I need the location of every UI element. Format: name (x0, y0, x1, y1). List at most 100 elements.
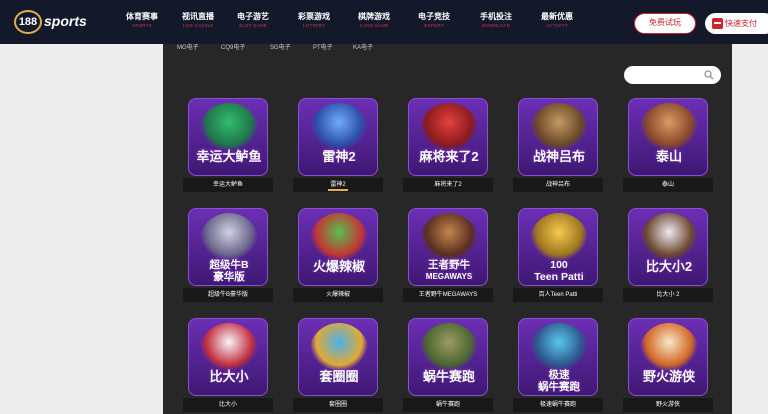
game-title: 极速 (548, 369, 570, 381)
quick-pay-label: 快速支付 (725, 19, 757, 28)
thunder-god-art (309, 103, 369, 151)
mahjong-tile-art (419, 103, 479, 151)
snail-race-art (419, 323, 479, 371)
game-caption: 战神吕布 (513, 178, 603, 192)
game-thumbnail[interactable]: 泰山 (628, 98, 708, 176)
nav-label: 手机投注 (480, 12, 512, 21)
nav-sublabel: LIVE CASINO (182, 23, 214, 28)
game-card[interactable]: 雷神2 雷神2 (293, 98, 403, 194)
nav-item-slot-game[interactable]: 电子游艺 SLOT GAME (223, 12, 283, 30)
nav-sublabel: ESPORT (424, 23, 444, 28)
dice-art (199, 323, 259, 371)
game-title: 蜗牛赛跑 (422, 369, 475, 384)
wallet-icon (712, 18, 723, 29)
game-card[interactable]: 极速 蜗牛赛跑 极速蜗牛赛跑 (513, 318, 623, 414)
nav-item-esport[interactable]: 电子竞技 ESPORT (404, 12, 464, 30)
nav-item-lottery[interactable]: 彩票游戏 LOTTERY (284, 12, 344, 30)
ring-toss-art (309, 323, 369, 371)
game-caption: 野火游侠 (623, 398, 713, 412)
brand-logo[interactable]: 188 sports (14, 8, 88, 36)
nav-label: 视讯直播 (182, 12, 214, 21)
nav-item-live-casino[interactable]: 视讯直播 LIVE CASINO (168, 12, 228, 30)
chili-peppers-art (309, 213, 369, 261)
game-title: 套圈圈 (319, 369, 359, 384)
tab-pt[interactable]: PT电子 (313, 44, 333, 52)
game-title: 野火游侠 (642, 369, 695, 384)
game-card[interactable]: 麻将来了2 麻将来了2 (403, 98, 513, 194)
nav-label: 体育赛事 (126, 12, 158, 21)
game-thumbnail[interactable]: 蜗牛赛跑 (408, 318, 488, 396)
tab-mg[interactable]: MG电子 (177, 44, 199, 52)
game-thumbnail[interactable]: 麻将来了2 (408, 98, 488, 176)
game-subtitle: 豪华版 (213, 271, 245, 283)
nav-item-activity[interactable]: 最新优惠 ACTIVITY (527, 12, 587, 30)
search-icon[interactable] (704, 70, 714, 80)
fast-snail-art (529, 323, 589, 371)
nav-sublabel: SLOT GAME (239, 23, 267, 28)
game-caption: 比大小 2 (623, 288, 713, 302)
game-thumbnail[interactable]: 战神吕布 (518, 98, 598, 176)
free-trial-button[interactable]: 免费试玩 (634, 13, 696, 34)
game-card[interactable]: 蜗牛赛跑 蜗牛赛跑 (403, 318, 513, 414)
game-caption: 套圈圈 (293, 398, 383, 412)
game-thumbnail[interactable]: 套圈圈 (298, 318, 378, 396)
game-title: 比大小2 (645, 259, 693, 274)
game-title: 雷神2 (322, 149, 356, 164)
game-caption: 火爆辣椒 (293, 288, 383, 302)
game-thumbnail[interactable]: 火爆辣椒 (298, 208, 378, 286)
game-card[interactable]: 套圈圈 套圈圈 (293, 318, 403, 414)
game-subtitle: MEGAWAYS (425, 272, 473, 281)
game-title: 泰山 (655, 149, 682, 164)
game-card[interactable]: 火爆辣椒 火爆辣椒 (293, 208, 403, 304)
nav-sublabel: ACTIVITY (546, 23, 568, 28)
nav-label: 电子竞技 (418, 12, 450, 21)
game-card[interactable]: 王者野牛 MEGAWAYS 王者野牛MEGAWAYS (403, 208, 513, 304)
game-card[interactable]: 泰山 泰山 (623, 98, 733, 194)
nav-item-card-game[interactable]: 棋牌游戏 CARD GAME (344, 12, 404, 30)
game-panel: MG电子 CQ9电子 SG电子 PT电子 KA电子 幸运大鲈鱼 幸运大鲈鱼 雷神… (163, 44, 732, 414)
nav-label: 棋牌游戏 (358, 12, 390, 21)
nav-sublabel: SPORTS (132, 23, 152, 28)
search-input[interactable] (632, 69, 702, 81)
nav-item-sports[interactable]: 体育赛事 SPORTS (112, 12, 172, 30)
logo-word: sports (44, 13, 87, 29)
nav-sublabel: CARD GAME (359, 23, 389, 28)
game-card[interactable]: 100 Teen Patti 百人Teen Patti (513, 208, 623, 304)
playing-cards-art (529, 213, 589, 261)
game-title: 超级牛B (209, 259, 249, 271)
game-title: 火爆辣椒 (312, 259, 365, 274)
tab-sg[interactable]: SG电子 (270, 44, 291, 52)
game-thumbnail[interactable]: 幸运大鲈鱼 (188, 98, 268, 176)
game-thumbnail[interactable]: 野火游侠 (628, 318, 708, 396)
nav-item-download[interactable]: 手机投注 DOWNLOAD (466, 12, 526, 30)
game-card[interactable]: 战神吕布 战神吕布 (513, 98, 623, 194)
game-caption: 麻将来了2 (403, 178, 493, 192)
dice-cup-art (639, 213, 699, 261)
game-thumbnail[interactable]: 雷神2 (298, 98, 378, 176)
game-thumbnail[interactable]: 比大小 (188, 318, 268, 396)
game-thumbnail[interactable]: 100 Teen Patti (518, 208, 598, 286)
flaming-skull-art (639, 323, 699, 371)
game-caption: 蜗牛赛跑 (403, 398, 493, 412)
game-thumbnail[interactable]: 比大小2 (628, 208, 708, 286)
tab-ka[interactable]: KA电子 (353, 44, 373, 52)
game-title: 比大小 (209, 369, 249, 384)
tarzan-art (639, 103, 699, 151)
game-card[interactable]: 幸运大鲈鱼 幸运大鲈鱼 (183, 98, 293, 194)
game-subtitle: 蜗牛赛跑 (538, 381, 580, 393)
game-caption: 百人Teen Patti (513, 288, 603, 302)
game-thumbnail[interactable]: 超级牛B 豪华版 (188, 208, 268, 286)
game-card[interactable]: 超级牛B 豪华版 超级牛B豪华版 (183, 208, 293, 304)
search-box (624, 66, 721, 84)
game-title: 幸运大鲈鱼 (196, 149, 262, 164)
game-caption: 泰山 (623, 178, 713, 192)
tab-cq9[interactable]: CQ9电子 (221, 44, 245, 52)
game-thumbnail[interactable]: 王者野牛 MEGAWAYS (408, 208, 488, 286)
game-thumbnail[interactable]: 极速 蜗牛赛跑 (518, 318, 598, 396)
quick-pay-button[interactable]: 快速支付 (705, 13, 768, 34)
logo-number: 188 (14, 10, 42, 34)
game-card[interactable]: 野火游侠 野火游侠 (623, 318, 733, 414)
slot-reels-art (199, 213, 259, 261)
game-card[interactable]: 比大小2 比大小 2 (623, 208, 733, 304)
game-card[interactable]: 比大小 比大小 (183, 318, 293, 414)
